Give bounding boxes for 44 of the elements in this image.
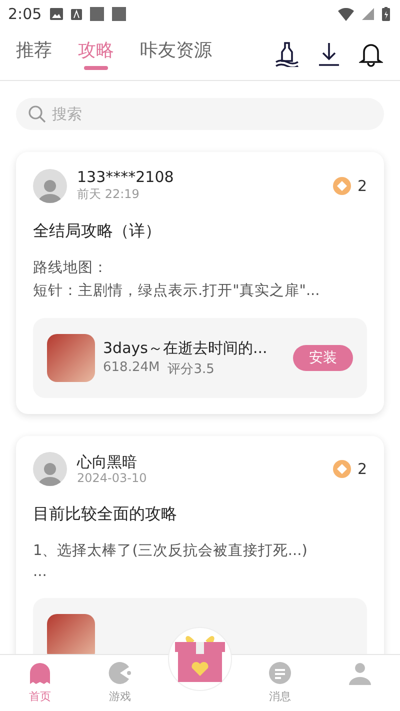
- app-card[interactable]: [33, 598, 367, 654]
- tab[interactable]: 咔友资源: [140, 38, 212, 70]
- post-title: 目前比较全面的攻略: [33, 504, 178, 525]
- username: 心向黑暗: [77, 453, 138, 471]
- nav-item[interactable]: 首页: [0, 655, 80, 711]
- avatar: [33, 452, 67, 486]
- tab[interactable]: 攻略: [78, 38, 114, 70]
- person-icon: [348, 661, 372, 685]
- post-title: 全结局攻略（详）: [33, 221, 162, 242]
- username: 133****2108: [77, 168, 175, 186]
- coin-icon: [333, 460, 352, 478]
- post-time: 前天 22:19: [77, 186, 140, 203]
- post-excerpt: 短针：主剧情，绿点表示.打开"真实之扉"...: [33, 282, 321, 300]
- search-field[interactable]: 搜索: [16, 98, 384, 130]
- ghost-icon: [28, 661, 52, 685]
- bottle-icon[interactable]: [274, 40, 300, 68]
- status-time: 2:05: [8, 5, 42, 23]
- coin-icon: [333, 176, 352, 194]
- app-card[interactable]: 3days～在逝去时间的... 618.24M 评分3.5 安装: [33, 318, 367, 398]
- coin-count: 2: [357, 176, 367, 194]
- coin-count: 2: [357, 460, 367, 478]
- post-card[interactable]: 心向黑暗 2024-03-10 2 目前比较全面的攻略 1、选择太棒了(三次反抗会被直接打死...) ...: [16, 436, 384, 654]
- post-card[interactable]: 133****2108 前天 22:19 2 全结局攻略（详） 路线地图： 短针：主剧情，绿点表示.打开"真实之扉"... 3days～在逝去时间的... 618.24M 评分3.5 安装: [16, 152, 384, 414]
- avatar: [33, 168, 67, 202]
- app-size: 618.24M: [103, 360, 160, 376]
- signal-icon: [362, 8, 374, 20]
- install-button[interactable]: 安装: [293, 345, 353, 371]
- post-excerpt: 1、选择太棒了(三次反抗会被直接打死...): [33, 542, 308, 560]
- post-time: 2024-03-10: [77, 471, 148, 485]
- gamepad-icon: [108, 661, 132, 685]
- battery-icon: [382, 7, 390, 21]
- app-icon-placeholder: [47, 614, 95, 654]
- search-icon: [28, 105, 46, 123]
- wifi-icon: [338, 8, 354, 20]
- app-rating: 评分3.5: [168, 360, 214, 378]
- message-icon: [268, 661, 292, 685]
- app-name: 3days～在逝去时间的...: [103, 338, 268, 358]
- post-excerpt: ...: [33, 564, 48, 580]
- post-excerpt: 路线地图：: [33, 259, 109, 277]
- tab[interactable]: 推荐: [16, 38, 52, 70]
- image-icon: [50, 8, 63, 20]
- download-icon[interactable]: [316, 40, 342, 68]
- nav-item[interactable]: 游戏: [80, 655, 160, 711]
- app-icon-placeholder: [47, 334, 95, 382]
